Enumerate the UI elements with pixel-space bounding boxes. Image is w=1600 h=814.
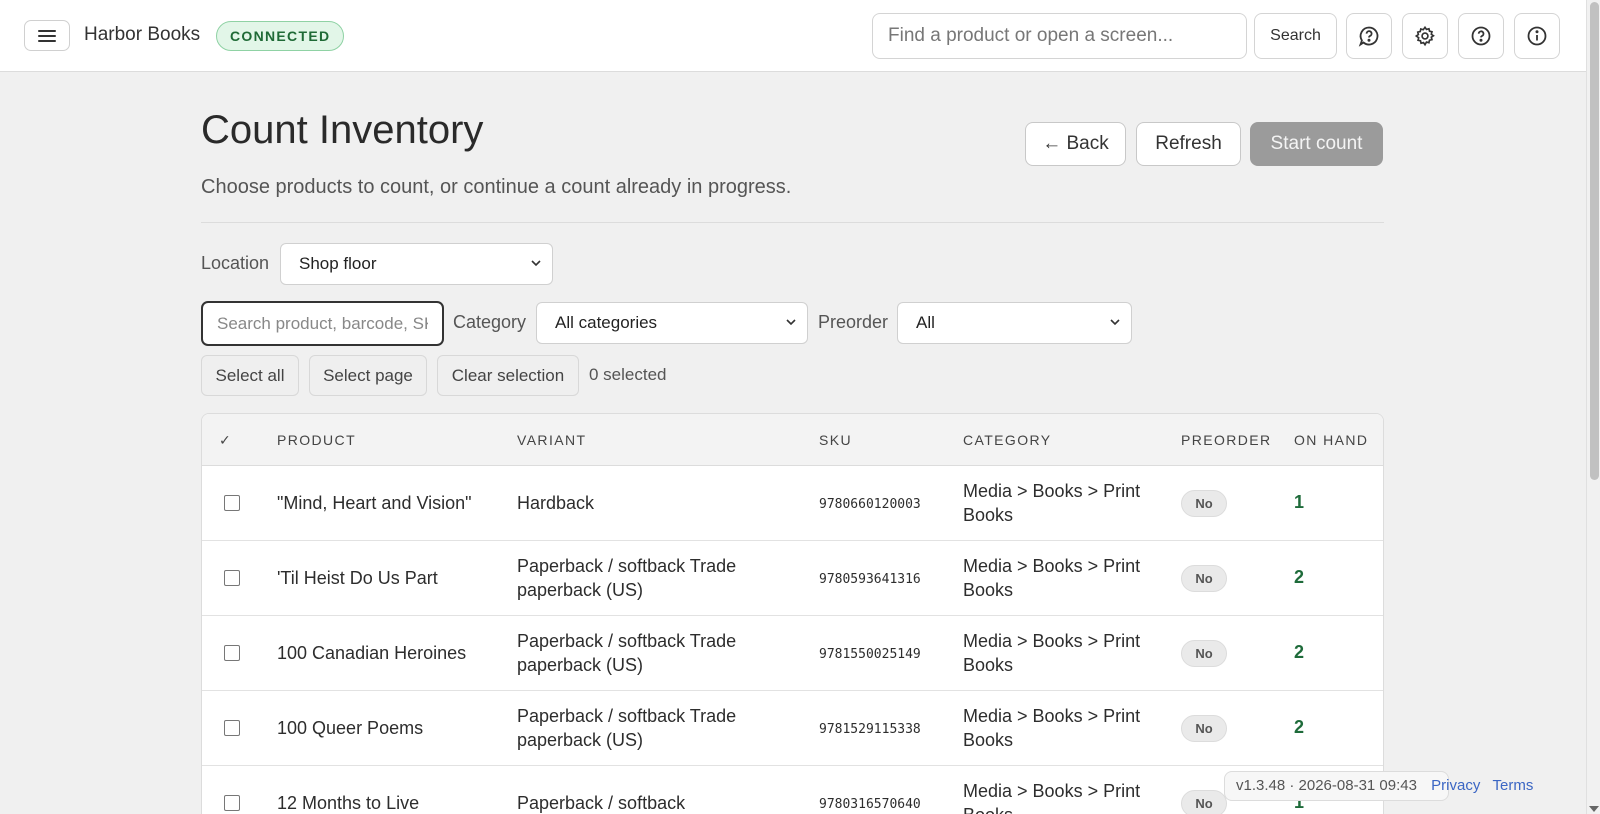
table-row[interactable]: 12 Months to Live Paperback / softback 9… [202,766,1383,814]
location-select[interactable]: Shop floor [280,243,553,285]
header-sku: SKU [819,432,852,448]
variant: Hardback [517,493,595,513]
table-row[interactable]: 100 Queer Poems Paperback / softback Tra… [202,691,1383,766]
question-bubble-icon [1358,26,1379,47]
sku: 9781550025149 [819,647,921,662]
sku: 9780593641316 [819,572,921,587]
header-check: ✓ [219,432,233,448]
hamburger-icon [38,29,56,42]
on-hand-count: 2 [1294,567,1305,587]
product-name: 'Til Heist Do Us Part [277,568,438,588]
product-search-input[interactable] [201,301,444,346]
row-checkbox[interactable] [224,495,240,511]
menu-button[interactable] [24,20,70,51]
variant: Paperback / softback [517,793,686,813]
preorder-label: Preorder [818,312,889,332]
settings-button[interactable] [1402,13,1448,59]
on-hand-count: 2 [1294,642,1305,662]
select-page-button[interactable]: Select page [309,355,427,396]
global-search-input[interactable] [872,13,1247,59]
privacy-link[interactable]: Privacy [1431,777,1480,794]
preorder-badge: No [1181,790,1227,814]
product-name: 12 Months to Live [277,793,420,813]
info-circle-icon [1527,26,1547,46]
start-count-button[interactable]: Start count [1250,122,1383,166]
select-all-button[interactable]: Select all [201,355,299,396]
category: Media > Books > Print Books [963,781,1141,814]
selected-count: 0 selected [589,365,667,384]
gear-icon [1414,25,1435,47]
sku: 9781529115338 [819,722,921,737]
back-button[interactable]: ← Back [1025,122,1126,166]
preorder-select-value: All [916,313,935,332]
chevron-down-icon [786,319,796,326]
table-header: ✓ PRODUCT VARIANT SKU CATEGORY PREORDER … [202,414,1383,466]
product-name: 100 Canadian Heroines [277,643,467,663]
connection-status-badge: CONNECTED [216,21,345,51]
location-label: Location [201,253,270,273]
category-select-value: All categories [555,313,658,332]
version-footer: v1.3.48 · 2026-08-31 09:43 Privacy Terms [1224,771,1533,801]
page-scrollbar[interactable] [1586,0,1600,814]
version-text: v1.3.48 · 2026-08-31 09:43 [1236,777,1417,794]
table-row[interactable]: 100 Canadian Heroines Paperback / softba… [202,616,1383,691]
sku: 9780660120003 [819,497,921,512]
product-name: 100 Queer Poems [277,718,424,738]
row-checkbox[interactable] [224,795,240,811]
feedback-button[interactable] [1346,13,1392,59]
products-table: ✓ PRODUCT VARIANT SKU CATEGORY PREORDER … [201,413,1384,814]
preorder-badge: No [1181,640,1227,667]
header-variant: VARIANT [517,432,587,448]
header-preorder: PREORDER [1181,432,1272,448]
clear-selection-button[interactable]: Clear selection [437,355,579,396]
location-select-value: Shop floor [299,254,377,273]
chevron-down-icon [531,260,541,267]
terms-link[interactable]: Terms [1493,777,1534,794]
header-divider [201,222,1384,223]
scrollbar-thumb[interactable] [1590,2,1599,480]
category-select[interactable]: All categories [536,302,808,344]
global-search-button[interactable]: Search [1254,13,1337,59]
variant: Paperback / softback Trade paperback (US… [517,706,737,750]
chevron-down-icon [1110,319,1120,326]
brand-name: Harbor Books [84,24,201,45]
variant: Paperback / softback Trade paperback (US… [517,556,737,600]
preorder-badge: No [1181,490,1227,517]
category: Media > Books > Print Books [963,556,1141,600]
header-category: CATEGORY [963,432,1052,448]
table-row[interactable]: 'Til Heist Do Us Part Paperback / softba… [202,541,1383,616]
category: Media > Books > Print Books [963,631,1141,675]
header-on-hand: ON HAND [1294,432,1369,448]
product-name: "Mind, Heart and Vision" [277,493,472,513]
row-checkbox[interactable] [224,645,240,661]
table-row[interactable]: "Mind, Heart and Vision" Hardback 978066… [202,466,1383,541]
category: Media > Books > Print Books [963,481,1141,525]
info-button[interactable] [1514,13,1560,59]
header-product: PRODUCT [277,432,357,448]
refresh-button[interactable]: Refresh [1136,122,1241,166]
help-circle-icon [1471,26,1491,46]
category: Media > Books > Print Books [963,706,1141,750]
category-label: Category [453,312,527,332]
row-checkbox[interactable] [224,570,240,586]
preorder-badge: No [1181,715,1227,742]
preorder-select[interactable]: All [897,302,1132,344]
page-title: Count Inventory [201,108,484,152]
row-checkbox[interactable] [224,720,240,736]
sku: 9780316570640 [819,797,921,812]
preorder-badge: No [1181,565,1227,592]
page-subtitle: Choose products to count, or continue a … [201,176,792,198]
scroll-down-arrow-icon[interactable] [1589,806,1599,812]
on-hand-count: 1 [1294,492,1305,512]
variant: Paperback / softback Trade paperback (US… [517,631,737,675]
on-hand-count: 2 [1294,717,1305,737]
top-bar: Harbor Books CONNECTED Search [0,0,1586,72]
help-button[interactable] [1458,13,1504,59]
